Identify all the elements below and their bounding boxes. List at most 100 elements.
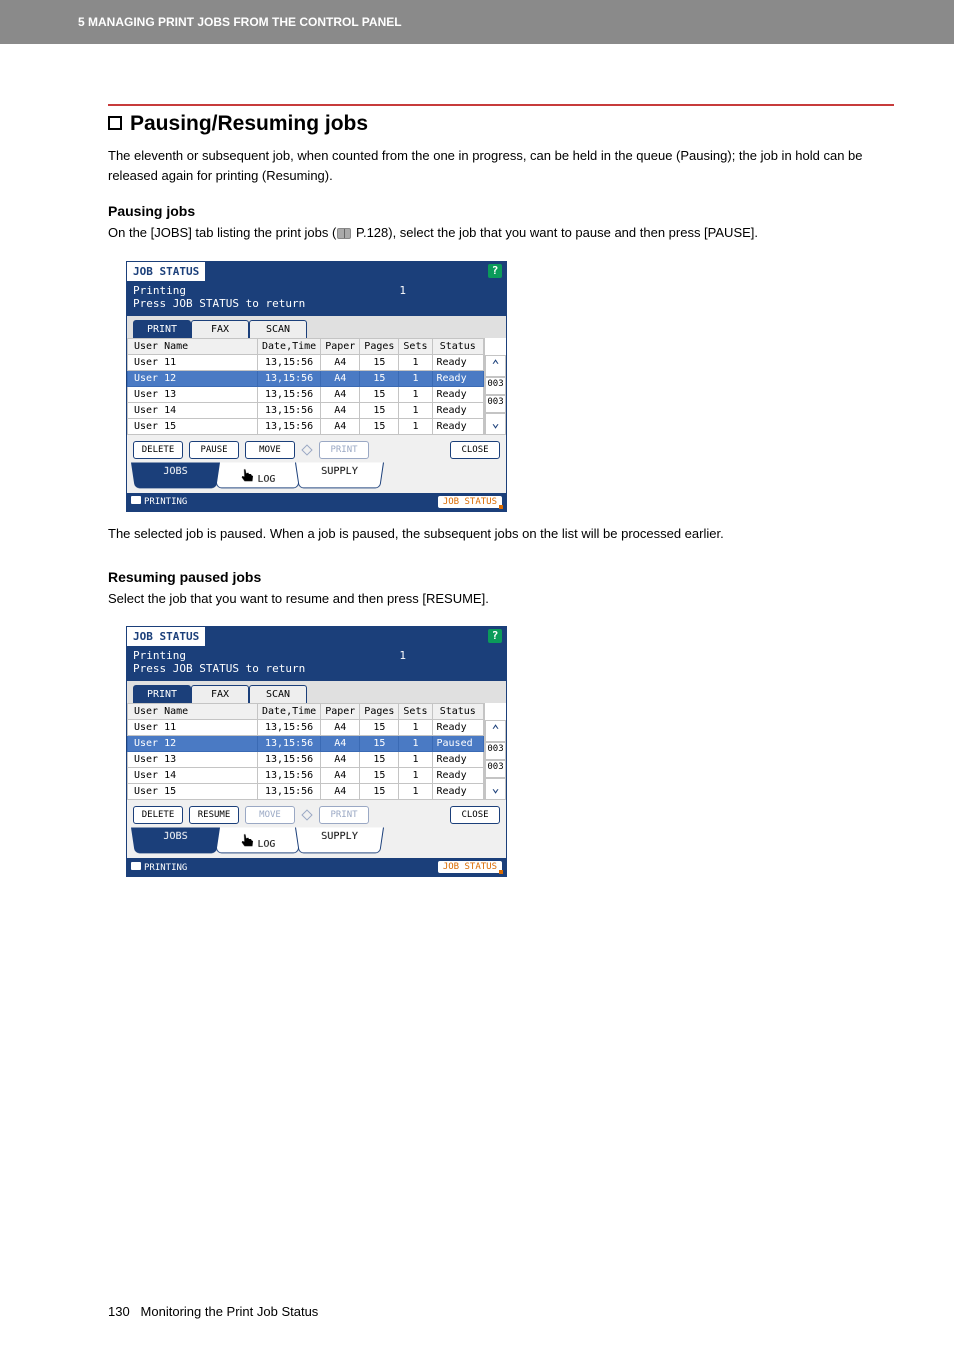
tab-log[interactable]: LOG (213, 828, 302, 854)
footer-text: Monitoring the Print Job Status (141, 1304, 319, 1319)
delete-button[interactable]: DELETE (133, 441, 183, 459)
table-cell: A4 (321, 418, 360, 434)
book-icon (337, 228, 351, 239)
table-cell: A4 (321, 402, 360, 418)
table-cell: User 11 (128, 720, 258, 736)
th-status: Status (432, 704, 484, 720)
scroll-up-icon[interactable]: ⌃ (485, 355, 506, 377)
table-cell: 13,15:56 (258, 784, 321, 800)
table-cell: 13,15:56 (258, 418, 321, 434)
table-cell: 13,15:56 (258, 354, 321, 370)
scroll-up-icon[interactable]: ⌃ (485, 720, 506, 742)
print-button[interactable]: PRINT (319, 806, 369, 824)
tab-scan[interactable]: SCAN (249, 685, 307, 703)
table-cell: User 13 (128, 386, 258, 402)
panel-tabs: PRINT FAX SCAN (127, 316, 506, 338)
table-cell: User 12 (128, 370, 258, 386)
jobs-table: User Name Date,Time Paper Pages Sets Sta… (127, 338, 484, 435)
table-row[interactable]: User 1513,15:56A4151Ready (128, 784, 484, 800)
hand-pointer-icon (239, 833, 252, 847)
tab-fax[interactable]: FAX (191, 320, 249, 338)
resume-button[interactable]: RESUME (189, 806, 239, 824)
pause-button[interactable]: PAUSE (189, 441, 239, 459)
table-cell: 13,15:56 (258, 768, 321, 784)
tab-log-label: LOG (257, 839, 275, 850)
footer-left: PRINTING (131, 862, 187, 873)
scroll-column: ⌃ 003 003 ⌄ (484, 338, 506, 435)
tab-supply[interactable]: SUPPLY (295, 828, 384, 854)
tab-scan[interactable]: SCAN (249, 320, 307, 338)
scroll-down-icon[interactable]: ⌄ (485, 413, 506, 435)
scroll-page: 003 (485, 742, 506, 760)
scroll-down-icon[interactable]: ⌄ (485, 778, 506, 800)
footer-left: PRINTING (131, 496, 187, 507)
table-cell: User 13 (128, 752, 258, 768)
button-row: DELETE RESUME MOVE PRINT CLOSE (127, 800, 506, 828)
table-cell: 1 (399, 736, 432, 752)
table-row[interactable]: User 1413,15:56A4151Ready (128, 402, 484, 418)
tab-supply[interactable]: SUPPLY (295, 462, 384, 488)
table-cell: User 14 (128, 402, 258, 418)
panel-status: Printing Press JOB STATUS to return 1 (127, 646, 506, 681)
intro-paragraph: The eleventh or subsequent job, when cou… (108, 146, 894, 185)
th-sets: Sets (399, 704, 432, 720)
resuming-text: Select the job that you want to resume a… (108, 589, 894, 609)
close-button[interactable]: CLOSE (450, 806, 500, 824)
table-row[interactable]: User 1213,15:56A4151Paused (128, 736, 484, 752)
page-number: 130 (108, 1304, 130, 1319)
table-cell: 15 (360, 370, 399, 386)
delete-button[interactable]: DELETE (133, 806, 183, 824)
footer-right[interactable]: JOB STATUS (438, 861, 502, 873)
scroll-column: ⌃ 003 003 ⌄ (484, 703, 506, 800)
table-cell: 1 (399, 720, 432, 736)
table-cell: 1 (399, 386, 432, 402)
print-button[interactable]: PRINT (319, 441, 369, 459)
diamond-icon (301, 809, 312, 820)
th-pages: Pages (360, 704, 399, 720)
table-cell: User 15 (128, 418, 258, 434)
tab-jobs[interactable]: JOBS (131, 462, 220, 488)
table-row[interactable]: User 1213,15:56A4151Ready (128, 370, 484, 386)
table-row[interactable]: User 1313,15:56A4151Ready (128, 752, 484, 768)
job-status-panel-pause: JOB STATUS ? Printing Press JOB STATUS t… (126, 261, 507, 512)
table-cell: 15 (360, 784, 399, 800)
printer-icon (131, 862, 141, 870)
tab-print[interactable]: PRINT (133, 685, 191, 703)
table-row[interactable]: User 1313,15:56A4151Ready (128, 386, 484, 402)
th-status: Status (432, 338, 484, 354)
section-title: Pausing/Resuming jobs (108, 104, 894, 136)
table-cell: 15 (360, 418, 399, 434)
table-cell: 13,15:56 (258, 402, 321, 418)
table-cell: A4 (321, 720, 360, 736)
table-row[interactable]: User 1113,15:56A4151Ready (128, 720, 484, 736)
move-button[interactable]: MOVE (245, 441, 295, 459)
table-row[interactable]: User 1513,15:56A4151Ready (128, 418, 484, 434)
table-cell: A4 (321, 386, 360, 402)
table-cell: 13,15:56 (258, 386, 321, 402)
table-row[interactable]: User 1413,15:56A4151Ready (128, 768, 484, 784)
close-button[interactable]: CLOSE (450, 441, 500, 459)
help-icon[interactable]: ? (488, 264, 502, 278)
tab-print[interactable]: PRINT (133, 320, 191, 338)
help-icon[interactable]: ? (488, 629, 502, 643)
th-pages: Pages (360, 338, 399, 354)
table-cell: A4 (321, 784, 360, 800)
footer-right[interactable]: JOB STATUS (438, 496, 502, 508)
table-cell: 15 (360, 752, 399, 768)
bottom-tabs: JOBS LOG SUPPLY (127, 463, 506, 493)
panel-header: JOB STATUS ? (127, 627, 506, 646)
table-cell: Ready (432, 418, 484, 434)
table-cell: 15 (360, 354, 399, 370)
table-row[interactable]: User 1113,15:56A4151Ready (128, 354, 484, 370)
status-line2: Press JOB STATUS to return (133, 297, 500, 310)
button-row: DELETE PAUSE MOVE PRINT CLOSE (127, 435, 506, 463)
th-user: User Name (128, 338, 258, 354)
tab-jobs[interactable]: JOBS (131, 828, 220, 854)
tab-log[interactable]: LOG (213, 462, 302, 488)
tab-fax[interactable]: FAX (191, 685, 249, 703)
table-cell: 1 (399, 752, 432, 768)
table-cell: Ready (432, 402, 484, 418)
table-cell: User 11 (128, 354, 258, 370)
main-heading: Pausing/Resuming jobs (130, 112, 368, 136)
move-button[interactable]: MOVE (245, 806, 295, 824)
